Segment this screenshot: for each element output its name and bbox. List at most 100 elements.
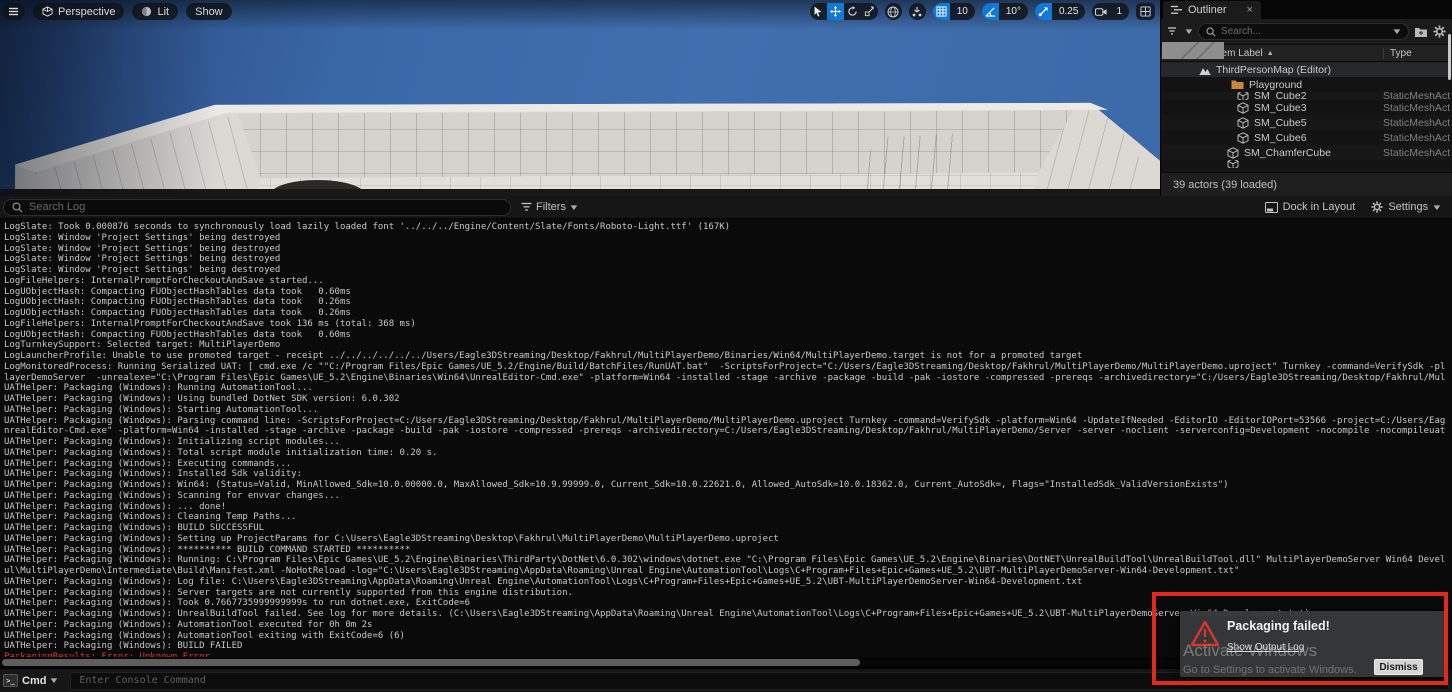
log-line: LogMonitoredProcess: Running Serialized … (4, 362, 1452, 373)
log-line: UATHelper: Packaging (Windows): Server t… (4, 588, 1452, 599)
log-line: UATHelper: Packaging (Windows): Initiali… (4, 437, 1452, 448)
move-icon (830, 6, 841, 17)
move-tool-button[interactable] (827, 3, 844, 20)
camera-speed-value[interactable]: 1 (1109, 3, 1129, 20)
outliner-row[interactable]: Playground (1161, 77, 1452, 92)
log-line: UATHelper: Packaging (Windows): ... done… (4, 502, 1452, 513)
outliner-search-input[interactable] (1221, 26, 1388, 37)
dock-in-layout-button[interactable]: Dock in Layout (1265, 201, 1356, 213)
log-line: UATHelper: Packaging (Windows): ********… (4, 545, 1452, 556)
scale-snap-group: 0.25 (1035, 3, 1085, 20)
log-line: UATHelper: Packaging (Windows): Using bu… (4, 394, 1452, 405)
cursor-icon (813, 6, 823, 17)
perspective-button[interactable]: Perspective (33, 3, 124, 20)
outliner-rows: ThirdPersonMap (Editor)PlaygroundSM_Cube… (1161, 62, 1452, 172)
log-line: LogSlate: Window 'Project Settings' bein… (4, 265, 1452, 276)
rotate-tool-button[interactable] (844, 3, 861, 20)
filter-icon[interactable] (1167, 26, 1180, 37)
outliner-item-type: StaticMeshAct (1383, 92, 1450, 100)
lit-button[interactable]: Lit (132, 3, 178, 20)
log-line: LogFileHelpers: InternalPromptForCheckou… (4, 276, 1452, 287)
console-mode-selector[interactable]: >_ Cmd ▼ (3, 674, 58, 687)
log-filters-button[interactable]: Filters ▼ (521, 201, 578, 213)
log-line: LogSlate: Took 0.000876 seconds to synch… (4, 222, 1452, 233)
outliner-tab-close-icon[interactable]: × (1247, 4, 1253, 16)
scale-snap-arrow-icon (1038, 6, 1049, 17)
log-line: UATHelper: Packaging (Windows): Took 0.7… (4, 598, 1452, 609)
outliner-search-box[interactable]: ▼ (1198, 23, 1409, 40)
toast-title: Packaging failed! (1227, 619, 1330, 633)
outliner-row[interactable]: SM_ChamferCube StaticMeshAct (1161, 145, 1452, 160)
grid-snap-value[interactable]: 10 (950, 3, 975, 20)
scale-snap-toggle-button[interactable] (1035, 3, 1052, 20)
search-options-chevron-icon[interactable]: ▼ (1391, 27, 1402, 36)
gear-icon (1371, 201, 1383, 213)
viewport-menu-button[interactable] (2, 3, 25, 20)
viewport-layout-button[interactable] (1136, 3, 1155, 20)
show-output-log-link[interactable]: Show Output Log (1227, 642, 1304, 653)
grid-snap-toggle-button[interactable] (933, 3, 950, 20)
mesh-icon (1237, 132, 1249, 144)
outliner-item-type: StaticMeshAct (1383, 117, 1450, 129)
world-space-toggle-button[interactable] (885, 3, 902, 20)
log-line: UATHelper: Packaging (Windows): Cleaning… (4, 512, 1452, 523)
column-header-type[interactable]: Type (1383, 48, 1412, 59)
log-line: UATHelper: Packaging (Windows): Parsing … (4, 416, 1452, 427)
log-search-input[interactable] (29, 201, 502, 213)
console-mode-label: Cmd (22, 675, 46, 687)
outliner-row[interactable]: SM_Cube3 StaticMeshAct (1161, 100, 1452, 115)
log-settings-button[interactable]: Settings ▼ (1371, 201, 1441, 213)
outliner-item-label: Playground (1249, 79, 1302, 91)
outliner-item-label: SM_ChamferCube (1244, 147, 1331, 159)
scale-icon (864, 6, 875, 17)
outliner-item-type: StaticMeshAct (1383, 147, 1450, 159)
outliner-row[interactable]: ThirdPersonMap (Editor) (1161, 62, 1452, 77)
filter-chevron-icon[interactable]: ▼ (1183, 27, 1194, 36)
perspective-label: Perspective (58, 6, 115, 18)
log-line: LogTurnkeySupport: Selected target: Mult… (4, 340, 1452, 351)
log-search-box[interactable] (3, 199, 511, 216)
level-icon (1199, 65, 1211, 75)
select-tool-button[interactable] (810, 3, 827, 20)
rotation-snap-toggle-button[interactable] (982, 3, 999, 20)
log-line: ul\MultiPlayerDemo\Intermediate\Build\Ma… (4, 566, 1452, 577)
outliner-item-label: SM_Cube5 (1254, 117, 1307, 129)
rotation-snap-value[interactable]: 10° (999, 3, 1028, 20)
outliner-row[interactable]: SM_Cube5 StaticMeshAct (1161, 115, 1452, 130)
log-line: LogUObjectHash: Compacting FUObjectHashT… (4, 308, 1452, 319)
log-line: UATHelper: Packaging (Windows): Running … (4, 383, 1452, 394)
outliner-tab[interactable]: Outliner × (1163, 1, 1261, 19)
surface-snapping-button[interactable] (909, 3, 926, 20)
log-scrollbar-thumb[interactable] (2, 659, 860, 666)
log-line: LogUObjectHash: Compacting FUObjectHashT… (4, 287, 1452, 298)
scale-tool-button[interactable] (861, 3, 878, 20)
log-line: UATHelper: Packaging (Windows): Executin… (4, 459, 1452, 470)
transform-tools-group (810, 3, 878, 20)
show-button[interactable]: Show (186, 3, 232, 20)
log-body[interactable]: LogSlate: Took 0.000876 seconds to synch… (0, 219, 1452, 657)
outliner-row[interactable] (1161, 160, 1452, 168)
log-line: nrealEditor-Cmd.exe" -platform=Win64 -in… (4, 426, 1452, 437)
mesh-icon (1227, 147, 1239, 159)
unreal-editor-window: Perspective Lit Show (0, 0, 1452, 692)
outliner-row[interactable]: SM_Cube2StaticMeshAct (1161, 92, 1452, 100)
outliner-row[interactable]: SM_Cube6StaticMeshAct (1161, 130, 1452, 145)
camera-icon (1095, 7, 1107, 17)
outliner-item-label: SM_Cube3 (1254, 102, 1307, 114)
outliner-scrollbar[interactable] (1448, 34, 1451, 80)
settings-chevron-icon: ▼ (1431, 203, 1442, 212)
sort-ascending-icon: ▲ (1267, 50, 1274, 57)
new-folder-icon[interactable] (1414, 26, 1428, 38)
camera-speed-button[interactable] (1092, 3, 1109, 20)
filter-icon (521, 202, 532, 212)
outliner-item-type: StaticMeshAct (1383, 102, 1450, 114)
surface-snap-icon (911, 6, 923, 18)
gear-icon[interactable] (1433, 25, 1446, 38)
column-header-item-label[interactable]: Item Label ▲ (1216, 48, 1274, 59)
scale-snap-value[interactable]: 0.25 (1052, 3, 1085, 20)
outliner-footer: 39 actors (39 loaded) (1161, 172, 1452, 196)
output-log-header: Filters ▼ Dock in Layout Settings ▼ (0, 196, 1452, 219)
dismiss-button[interactable]: Dismiss (1374, 659, 1423, 675)
viewport-3d[interactable]: Perspective Lit Show (0, 0, 1160, 196)
show-label: Show (195, 6, 223, 18)
